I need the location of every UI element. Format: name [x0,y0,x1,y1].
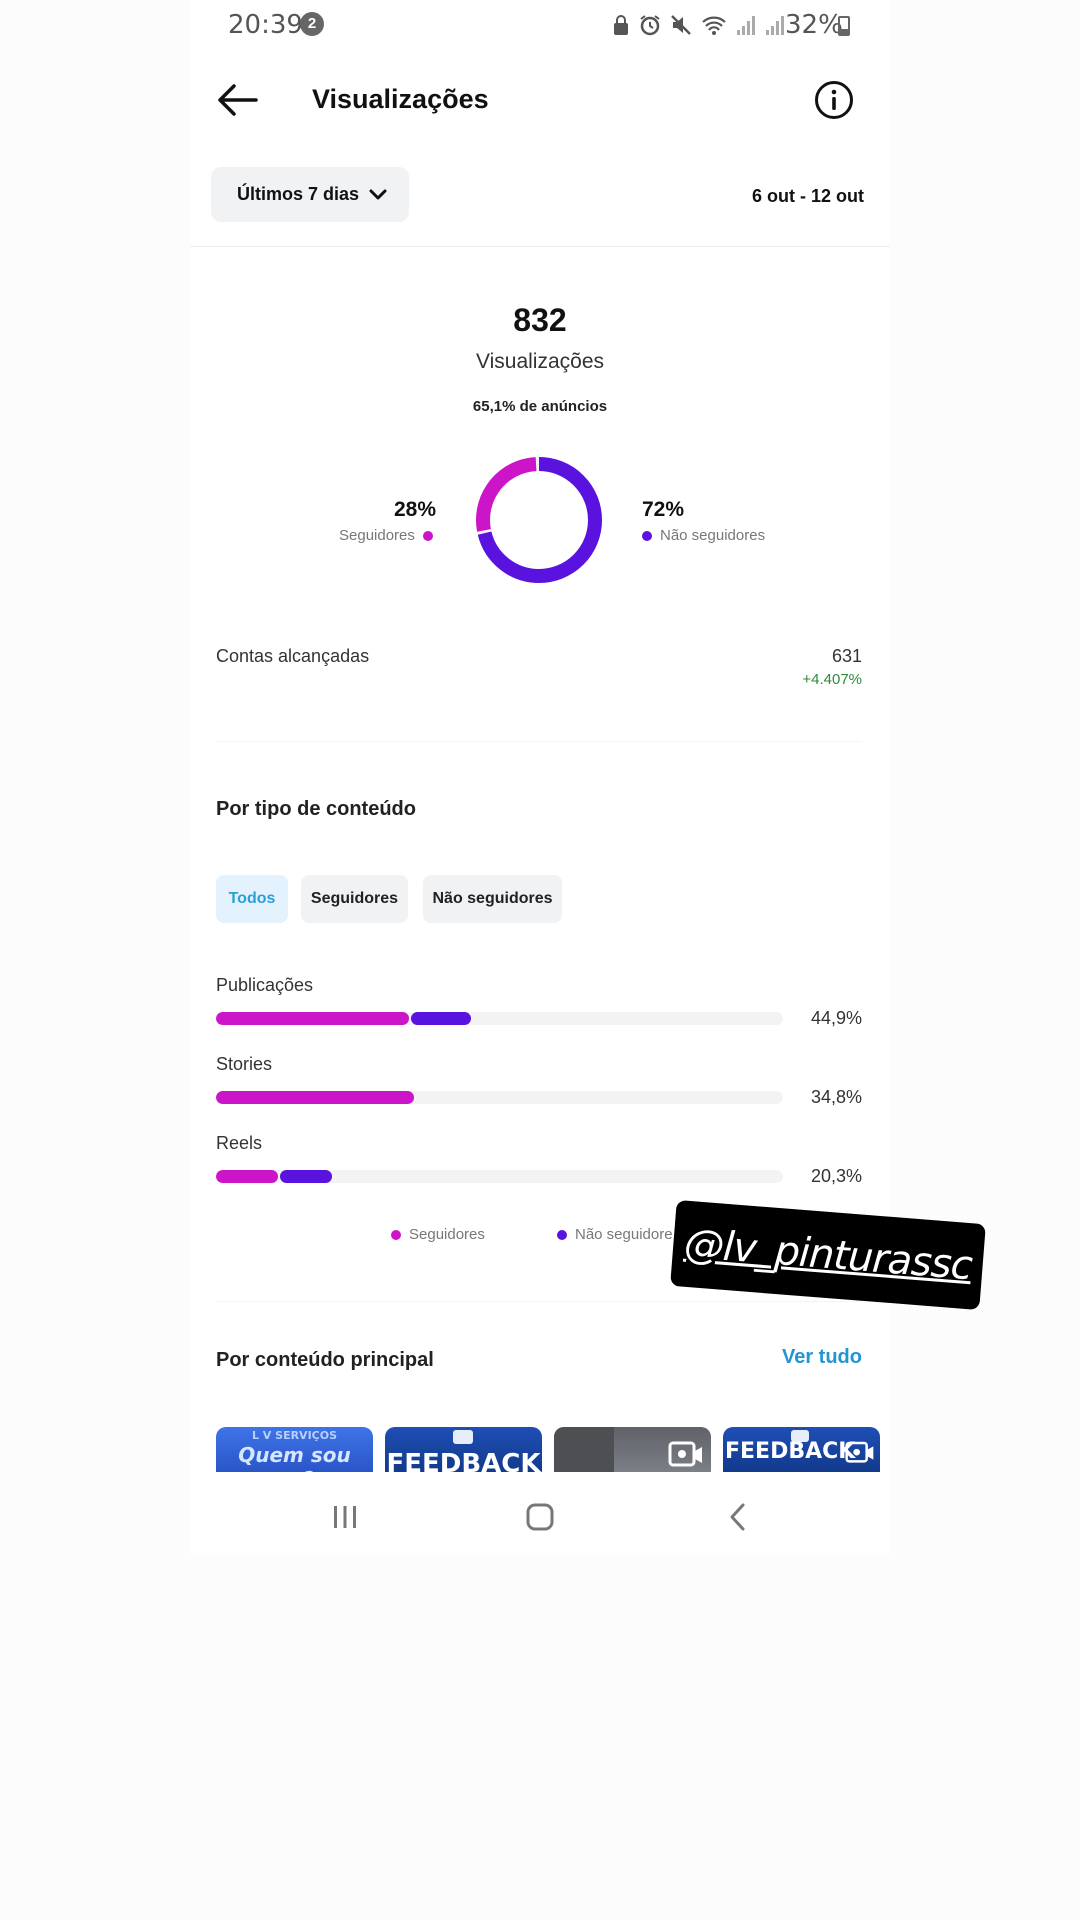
bar-segment-followers [216,1170,279,1183]
signal-icon-2 [766,16,784,35]
date-range-select-label: Últimos 7 dias [237,184,360,204]
bars-legend-followers-label: Seguidores [409,1226,485,1243]
battery-percent: 32% [785,10,843,40]
home-button[interactable] [525,1502,555,1537]
info-icon [815,81,853,119]
date-range-select[interactable]: Últimos 7 dias [211,167,409,222]
tab-all-label: Todos [228,890,276,907]
signal-icon [737,16,755,35]
bar-track-reels [216,1170,783,1183]
non-followers-legend-label: Não seguidores [660,527,766,544]
bar-label-reels: Reels [216,1133,263,1153]
non-followers-dot-icon [557,1229,567,1240]
see-all-link[interactable]: Ver tudo [700,1346,862,1369]
bar-track-posts [216,1012,783,1025]
followers-dot-icon [391,1229,401,1240]
total-views-label: Visualizações [475,350,605,373]
page-title: Visualizações [312,84,489,114]
donut-segment-followers [476,457,602,583]
ads-share-note: 65,1% de anúncios [472,398,608,415]
wifi-icon [702,16,726,35]
lock-icon [614,15,628,35]
non-followers-dot-icon [642,530,652,541]
reel-icon [668,1441,702,1467]
chevron-down-icon [369,189,387,199]
chevron-left-icon [730,1503,745,1531]
bar-segment-followers [216,1012,409,1025]
followers-legend: Seguidores [339,527,433,544]
bar-label-stories: Stories [216,1054,273,1074]
followers-dot-icon [422,530,433,541]
content-thumbnail[interactable]: FEEDBACK [385,1427,542,1472]
bar-segment-non-followers [280,1170,333,1183]
thumbnail-title: Quem sou eu? [238,1443,351,1472]
date-range-text: 6 out - 12 out [752,186,864,206]
notification-count-badge: 2 [300,12,324,36]
divider [216,1301,862,1302]
followers-donut-chart [476,457,602,583]
bar-segment-followers [216,1091,415,1104]
recent-apps-icon [334,1506,356,1528]
username-sticker-text: @lv_pinturassc [682,1220,974,1290]
alarm-icon [640,15,660,36]
content-thumbnail[interactable] [554,1427,711,1472]
reel-icon [845,1441,874,1463]
bar-segment-non-followers [410,1012,472,1025]
bars-legend-non-followers-label: Não seguidore [575,1226,673,1243]
content-thumbnail[interactable]: L V SERVIÇOS Quem sou eu? [216,1427,373,1472]
back-nav-button[interactable] [723,1502,753,1537]
bars-legend-non-followers: Não seguidore [557,1226,673,1243]
home-icon [526,1503,554,1531]
thumbnail-photo-area [554,1427,614,1472]
bar-percent-posts: 44,9% [810,1008,862,1028]
thumbnail-title: FEEDBACK [386,1449,541,1472]
main-content-title: Por conteúdo principal [216,1349,434,1371]
tab-non-followers[interactable]: Não seguidores [423,875,562,923]
non-followers-legend: Não seguidores [642,527,765,544]
content-type-title: Por tipo de conteúdo [216,798,416,820]
divider [216,741,862,742]
bars-legend-followers: Seguidores [391,1226,485,1243]
tab-followers-label: Seguidores [310,890,399,907]
mute-icon [671,15,691,35]
bar-track-stories [216,1091,783,1104]
battery-icon [838,16,850,36]
back-button[interactable] [214,80,262,120]
recent-apps-button[interactable] [330,1502,360,1537]
accounts-reached-value: 631 [831,646,862,666]
thumbnail-caption: L V SERVIÇOS [251,1429,338,1442]
insights-card [190,0,890,1555]
followers-legend-label: Seguidores [339,527,415,544]
status-icons [612,12,785,38]
bar-label-posts: Publicações [216,975,314,995]
accounts-reached-change: +4.407% [802,671,862,688]
status-time: 20:39 [228,10,303,40]
arrow-left-icon [218,84,258,116]
info-button[interactable] [814,80,854,120]
total-views-value: 832 [513,302,567,338]
logo-badge [453,1430,473,1444]
non-followers-percent: 72% [642,498,685,521]
accounts-reached-label: Contas alcançadas [216,646,370,666]
bar-percent-stories: 34,8% [810,1087,862,1107]
tab-all[interactable]: Todos [216,875,288,923]
tab-followers[interactable]: Seguidores [301,875,408,923]
tab-non-followers-label: Não seguidores [432,890,553,907]
followers-percent: 28% [394,498,437,521]
divider [190,246,890,247]
bar-percent-reels: 20,3% [810,1166,862,1186]
content-thumbnail[interactable]: FEEDBACK [723,1427,880,1472]
